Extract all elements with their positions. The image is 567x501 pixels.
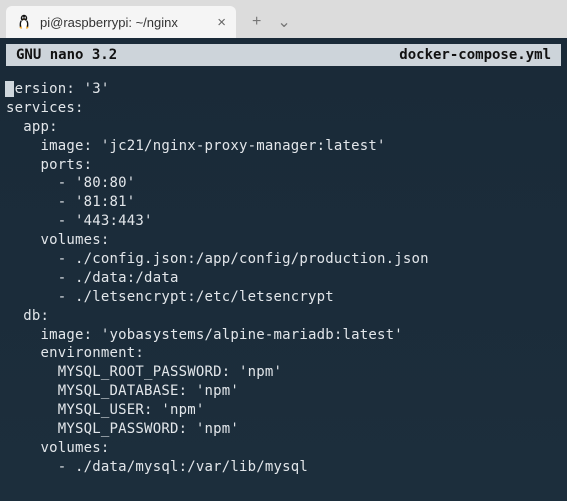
terminal-window[interactable]: GNU nano 3.2 docker-compose.yml version:… — [0, 38, 567, 501]
nano-filename: docker-compose.yml — [399, 47, 551, 63]
file-content: version: '3' services: app: image: 'jc21… — [6, 81, 429, 475]
new-tab-button[interactable]: + — [252, 13, 261, 31]
tux-icon — [16, 14, 32, 30]
close-icon[interactable]: × — [217, 15, 226, 30]
editor-body[interactable]: version: '3' services: app: image: 'jc21… — [6, 66, 561, 477]
tab-title: pi@raspberrypi: ~/nginx — [40, 15, 209, 30]
nano-app-label: GNU nano 3.2 — [16, 47, 117, 63]
nano-header: GNU nano 3.2 docker-compose.yml — [6, 44, 561, 66]
tab-list-chevron-icon[interactable]: ⌄ — [277, 12, 290, 32]
text-cursor — [5, 81, 14, 97]
tab-bar: pi@raspberrypi: ~/nginx × + ⌄ — [0, 0, 567, 38]
tab-actions: + ⌄ — [236, 6, 291, 38]
browser-tab[interactable]: pi@raspberrypi: ~/nginx × — [6, 6, 236, 38]
